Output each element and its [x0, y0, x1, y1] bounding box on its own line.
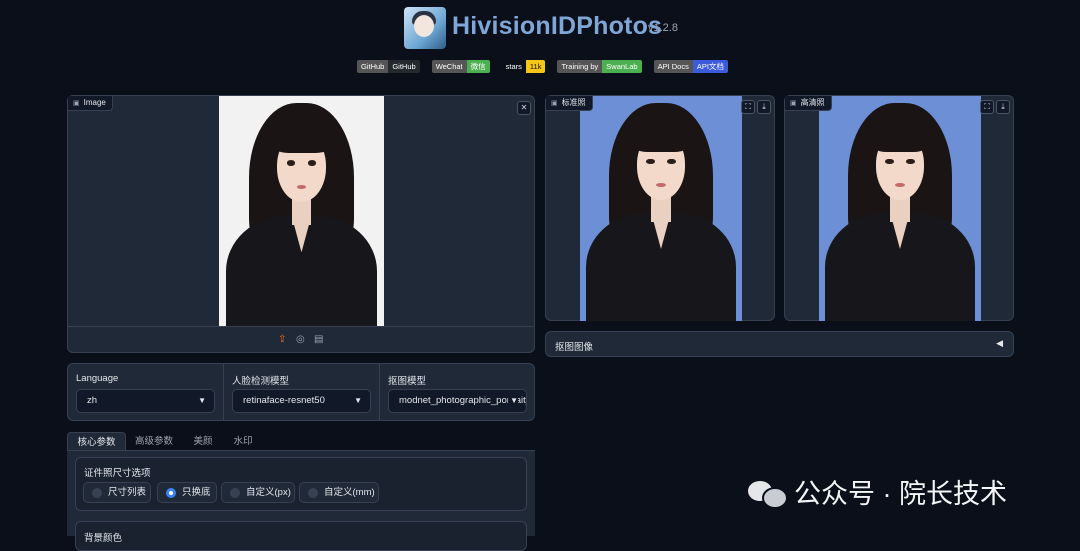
- standard-photo: [580, 96, 742, 321]
- app-logo: [404, 7, 446, 49]
- language-dropdown[interactable]: zh ▼: [76, 389, 215, 413]
- radio-custom-mm[interactable]: 自定义(mm): [299, 482, 379, 503]
- standard-photo-panel: ▣ 标准照 ⛶ ⤓: [545, 95, 775, 321]
- badge-swanlab[interactable]: Training by SwanLab: [557, 60, 642, 73]
- bg-color-title: 背景颜色: [84, 533, 123, 544]
- hd-photo-panel: ▣ 高清照 ⛶ ⤓: [784, 95, 1014, 321]
- input-portrait: [219, 96, 384, 326]
- matting-model-label: 抠图模型: [388, 376, 427, 387]
- wechat-icon: [748, 477, 788, 509]
- badge-stars[interactable]: stars 11k: [501, 60, 546, 73]
- matting-model-dropdown[interactable]: modnet_photographic_portrait_matting▼: [388, 389, 527, 413]
- matting-accordion[interactable]: 抠图图像 ◀: [545, 331, 1014, 357]
- face-detect-model-label: 人脸检测模型: [232, 376, 290, 387]
- caret-down-icon: ▼: [508, 390, 518, 412]
- language-label: Language: [76, 373, 119, 384]
- size-options-title: 证件照尺寸选项: [84, 468, 151, 479]
- upload-icon[interactable]: ⇪: [278, 334, 286, 345]
- webcam-icon[interactable]: ◎: [296, 334, 305, 345]
- image-icon: ▣: [73, 100, 80, 107]
- fullscreen-icon[interactable]: ⛶: [980, 100, 994, 114]
- tab-core-params[interactable]: 核心参数: [67, 432, 126, 452]
- radio-background-only[interactable]: 只换底: [157, 482, 217, 503]
- hd-photo-label: ▣ 高清照: [785, 96, 832, 111]
- download-icon[interactable]: ⤓: [757, 100, 771, 114]
- app-title: HivisionIDPhotos: [452, 12, 663, 40]
- download-icon[interactable]: ⤓: [996, 100, 1010, 114]
- input-image-label: ▣ Image: [68, 96, 113, 111]
- image-icon: ▣: [551, 100, 558, 107]
- caret-down-icon: ▼: [354, 396, 362, 405]
- image-icon: ▣: [790, 100, 797, 107]
- standard-photo-label: ▣ 标准照: [546, 96, 593, 111]
- radio-size-list[interactable]: 尺寸列表: [83, 482, 151, 503]
- tab-beauty[interactable]: 美颜: [184, 432, 222, 451]
- bg-color-group: 背景颜色: [75, 521, 527, 551]
- badge-row: GitHub GitHub WeChat 微信 stars 11k Traini…: [357, 60, 728, 74]
- badge-wechat[interactable]: WeChat 微信: [431, 60, 490, 73]
- clipboard-icon[interactable]: ▤: [314, 334, 323, 345]
- badge-api-docs[interactable]: API Docs API文档: [653, 60, 728, 73]
- badge-github[interactable]: GitHub GitHub: [357, 60, 420, 73]
- caret-down-icon: ▼: [198, 396, 206, 405]
- face-detect-model-dropdown[interactable]: retinaface-resnet50 ▼: [232, 389, 371, 413]
- hd-photo: [819, 96, 981, 321]
- input-image-panel[interactable]: ▣ Image ✕ ⇪ ◎ ▤: [67, 95, 535, 353]
- fullscreen-icon[interactable]: ⛶: [741, 100, 755, 114]
- clear-image-button[interactable]: ✕: [517, 101, 531, 115]
- model-settings-row: Language zh ▼ 人脸检测模型 retinaface-resnet50 ▼…: [67, 363, 535, 421]
- collapse-arrow-icon: ◀: [996, 338, 1003, 348]
- wechat-watermark: 公众号 · 院长技术: [748, 472, 1007, 511]
- radio-custom-px[interactable]: 自定义(px): [221, 482, 295, 503]
- app-version: v1.2.8: [648, 22, 678, 34]
- tab-advanced-params[interactable]: 高级参数: [128, 432, 180, 451]
- tab-watermark[interactable]: 水印: [224, 432, 262, 451]
